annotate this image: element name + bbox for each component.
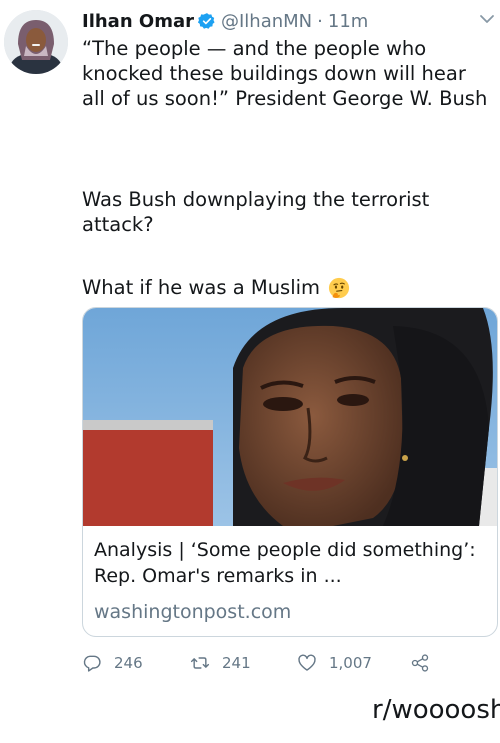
author-handle[interactable]: @IlhanMN (221, 11, 312, 32)
reply-count: 246 (114, 654, 143, 672)
tweet-text-line: What if he was a Muslim (82, 276, 321, 299)
card-title: Analysis | ‘Some people did something’: … (94, 539, 476, 587)
retweet-button[interactable]: 241 (190, 652, 251, 674)
author-name[interactable]: Ilhan Omar (82, 11, 194, 32)
tweet-timestamp[interactable]: 11m (328, 11, 368, 32)
retweet-count: 241 (222, 654, 251, 672)
verified-badge-icon (198, 13, 215, 29)
heart-icon (298, 654, 316, 671)
like-button[interactable]: 1,007 (297, 652, 372, 674)
chevron-down-icon[interactable] (478, 12, 496, 26)
tweet-text-paragraph: What if he was a Muslim (82, 275, 492, 300)
thinking-face-emoji-icon (328, 277, 350, 299)
header-separator: · (317, 10, 323, 32)
reply-button[interactable]: 246 (82, 652, 143, 674)
card-image (83, 308, 497, 526)
portrait-photo (83, 308, 497, 526)
caption-text: r/woooosh (372, 695, 500, 725)
link-preview-card[interactable]: Analysis | ‘Some people did something’: … (82, 307, 498, 637)
reply-icon (83, 655, 101, 672)
tweet-text-paragraph: Was Bush downplaying the terrorist attac… (82, 188, 430, 236)
card-domain: washingtonpost.com (94, 601, 292, 623)
like-count: 1,007 (329, 654, 372, 672)
tweet-actions: 246 241 1,007 (82, 652, 498, 674)
tweet-text-paragraph: “The people — and the people who knocked… (82, 37, 488, 110)
share-icon (411, 654, 429, 672)
tweet-header: Ilhan Omar @IlhanMN · 11m (82, 9, 368, 33)
tweet: Ilhan Omar @IlhanMN · 11m “The people — … (0, 0, 500, 690)
avatar-image (4, 10, 68, 74)
retweet-icon (190, 657, 210, 669)
avatar[interactable] (4, 10, 68, 74)
share-button[interactable] (410, 652, 430, 674)
